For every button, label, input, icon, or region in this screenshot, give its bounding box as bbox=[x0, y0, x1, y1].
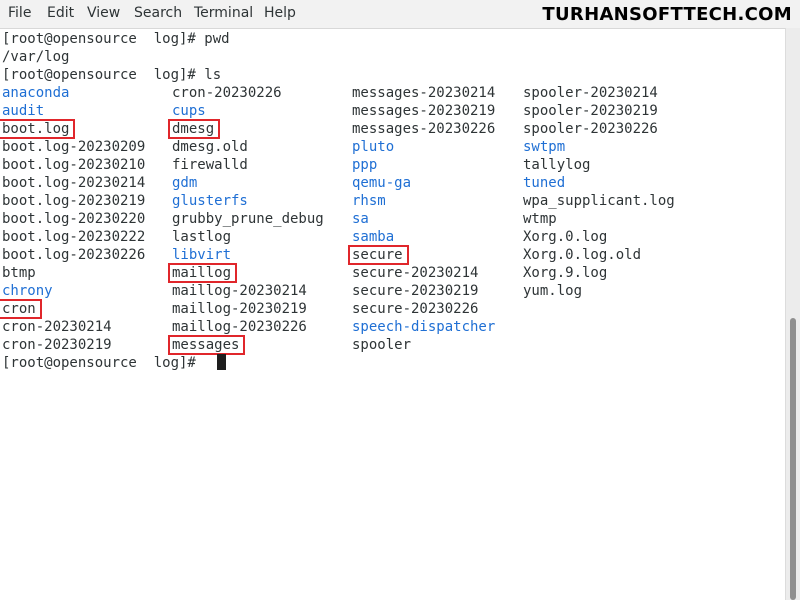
file-entry: tallylog bbox=[523, 157, 591, 173]
file-entry: messages-20230219 bbox=[352, 103, 496, 119]
file-entry: boot.log-20230222 bbox=[2, 229, 146, 245]
file-entry: speech-dispatcher bbox=[352, 319, 496, 335]
file-entry: wpa_supplicant.log bbox=[523, 193, 675, 209]
file-entry: pluto bbox=[352, 139, 395, 155]
terminal-line: [root@opensource log]# ls bbox=[2, 67, 222, 83]
file-entry: spooler-20230226 bbox=[523, 121, 658, 137]
highlight-box bbox=[168, 119, 220, 139]
file-entry: wtmp bbox=[523, 211, 557, 227]
file-entry: Xorg.0.log.old bbox=[523, 247, 642, 263]
terminal-output[interactable]: [root@opensource log]# pwd /var/log [roo… bbox=[0, 28, 786, 600]
menu-search[interactable]: Search bbox=[134, 5, 182, 21]
highlight-box bbox=[0, 119, 75, 139]
file-entry: Xorg.0.log bbox=[523, 229, 608, 245]
file-entry: boot.log-20230226 bbox=[2, 247, 146, 263]
file-entry: secure-20230214 bbox=[352, 265, 479, 281]
file-entry: dmesg.old bbox=[172, 139, 248, 155]
file-entry: grubby_prune_debug bbox=[172, 211, 324, 227]
scrollbar-thumb[interactable] bbox=[790, 318, 796, 600]
file-entry: maillog-20230214 bbox=[172, 283, 307, 299]
file-entry: maillog-20230226 bbox=[172, 319, 307, 335]
menu-edit[interactable]: Edit bbox=[47, 5, 74, 21]
file-entry: tuned bbox=[523, 175, 566, 191]
terminal-line: [root@opensource log]# pwd bbox=[2, 31, 230, 47]
vertical-scrollbar[interactable] bbox=[785, 28, 800, 600]
file-entry: spooler-20230214 bbox=[523, 85, 658, 101]
menu-file[interactable]: File bbox=[8, 5, 31, 21]
menu-view[interactable]: View bbox=[87, 5, 120, 21]
file-entry: anaconda bbox=[2, 85, 70, 101]
terminal-line: /var/log bbox=[2, 49, 70, 65]
file-entry: sa bbox=[352, 211, 369, 227]
file-entry: spooler bbox=[352, 337, 412, 353]
site-watermark: TURHANSOFTTECH.COM bbox=[542, 4, 792, 25]
text-cursor bbox=[217, 354, 226, 370]
file-entry: ppp bbox=[352, 157, 378, 173]
highlight-box bbox=[168, 335, 245, 355]
file-entry: secure-20230219 bbox=[352, 283, 479, 299]
file-entry: cron-20230226 bbox=[172, 85, 282, 101]
file-entry: cron-20230219 bbox=[2, 337, 112, 353]
prompt-line: [root@opensource log]# bbox=[2, 355, 196, 371]
menu-bar: File Edit View Search Terminal Help TURH… bbox=[0, 0, 800, 29]
highlight-box bbox=[348, 245, 409, 265]
highlight-box bbox=[168, 263, 237, 283]
file-entry: boot.log-20230210 bbox=[2, 157, 146, 173]
file-entry: gdm bbox=[172, 175, 198, 191]
file-entry: cron-20230214 bbox=[2, 319, 112, 335]
highlight-box bbox=[0, 299, 42, 319]
file-entry: glusterfs bbox=[172, 193, 248, 209]
file-entry: boot.log-20230209 bbox=[2, 139, 146, 155]
file-entry: btmp bbox=[2, 265, 36, 281]
file-entry: messages-20230214 bbox=[352, 85, 496, 101]
file-entry: libvirt bbox=[172, 247, 232, 263]
file-entry: yum.log bbox=[523, 283, 583, 299]
file-entry: boot.log-20230220 bbox=[2, 211, 146, 227]
file-entry: boot.log-20230219 bbox=[2, 193, 146, 209]
file-entry: secure-20230226 bbox=[352, 301, 479, 317]
file-entry: cups bbox=[172, 103, 206, 119]
file-entry: qemu-ga bbox=[352, 175, 412, 191]
file-entry: lastlog bbox=[172, 229, 232, 245]
file-entry: spooler-20230219 bbox=[523, 103, 658, 119]
file-entry: audit bbox=[2, 103, 45, 119]
file-entry: messages-20230226 bbox=[352, 121, 496, 137]
file-entry: rhsm bbox=[352, 193, 386, 209]
file-entry: firewalld bbox=[172, 157, 248, 173]
file-entry: maillog-20230219 bbox=[172, 301, 307, 317]
file-entry: swtpm bbox=[523, 139, 566, 155]
file-entry: chrony bbox=[2, 283, 53, 299]
menu-terminal[interactable]: Terminal bbox=[194, 5, 253, 21]
file-entry: Xorg.9.log bbox=[523, 265, 608, 281]
file-entry: samba bbox=[352, 229, 395, 245]
menu-help[interactable]: Help bbox=[264, 5, 296, 21]
file-entry: boot.log-20230214 bbox=[2, 175, 146, 191]
